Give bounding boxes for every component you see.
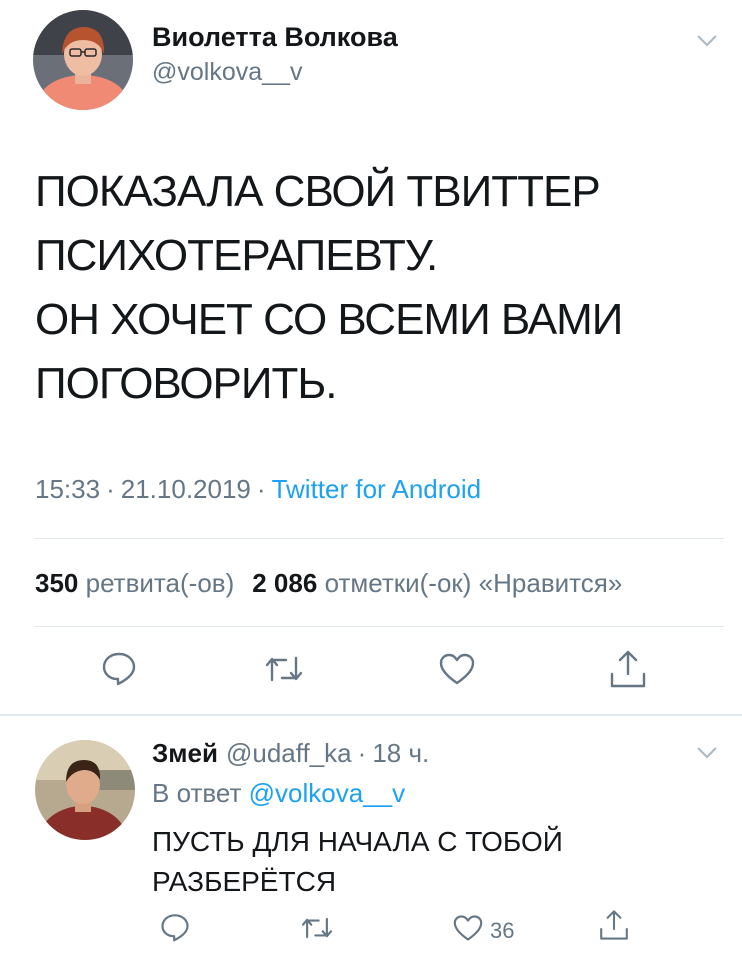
share-icon[interactable] <box>598 908 630 942</box>
divider <box>35 626 724 627</box>
meta-separator: · <box>357 738 367 768</box>
reply-icon[interactable] <box>160 912 190 942</box>
meta-separator: · <box>256 474 266 504</box>
reply-text: ПУСТЬ ДЛЯ НАЧАЛА С ТОБОЙ РАЗБЕРЁТСЯ <box>152 826 563 897</box>
main-tweet: Виолетта Волкова @volkova__v ПОКАЗАЛА СВ… <box>0 0 742 716</box>
tweet-meta: 15:33 · 21.10.2019 · Twitter for Android <box>35 474 481 505</box>
tweet-stats: 350 ретвита(-ов) 2 086 отметки(-ок) «Нрав… <box>35 568 622 599</box>
likes-count: 2 086 <box>252 568 318 598</box>
likes-label: отметки(-ок) «Нравится» <box>324 568 623 598</box>
heart-icon[interactable] <box>452 914 484 942</box>
reply-like-count: 36 <box>490 918 515 943</box>
retweets-label: ретвита(-ов) <box>85 568 235 598</box>
likes-stat[interactable]: 2 086 отметки(-ок) «Нравится» <box>252 568 622 598</box>
tweet-date: 21.10.2019 <box>120 474 251 504</box>
reply-tweet[interactable]: Змей @udaff_ka · 18 ч. В ответ @volkova__v … <box>0 718 742 970</box>
meta-separator: · <box>106 474 115 504</box>
retweets-stat[interactable]: 350 ретвита(-ов) <box>35 568 234 598</box>
divider <box>0 714 742 716</box>
chevron-down-icon[interactable] <box>696 746 718 760</box>
avatar[interactable] <box>33 10 133 110</box>
chevron-down-icon[interactable] <box>696 34 718 48</box>
reply-prefix: В ответ <box>152 778 242 808</box>
author-name[interactable]: Виолетта Волкова <box>152 22 398 53</box>
reply-header: Змей @udaff_ka · 18 ч. <box>152 738 429 769</box>
reply-to: В ответ @volkova__v <box>152 778 405 809</box>
reply-author-handle[interactable]: @udaff_ka <box>226 738 352 768</box>
retweets-count: 350 <box>35 568 79 598</box>
heart-icon[interactable] <box>438 652 476 686</box>
tweet-time: 15:33 <box>35 474 101 504</box>
share-icon[interactable] <box>608 648 648 690</box>
tweet-source-link[interactable]: Twitter for Android <box>272 474 482 504</box>
reply-mention-link[interactable]: @volkova__v <box>249 778 405 808</box>
divider <box>35 538 724 539</box>
retweet-icon[interactable] <box>264 652 304 686</box>
tweet-text: ПОКАЗАЛА СВОЙ ТВИТТЕР ПСИХОТЕРАПЕВТУ. ОН… <box>35 167 623 408</box>
author-handle[interactable]: @volkova__v <box>152 58 302 87</box>
avatar[interactable] <box>35 740 135 840</box>
reply-icon[interactable] <box>101 650 137 686</box>
reply-age: 18 ч. <box>372 738 430 768</box>
reply-author-name[interactable]: Змей <box>152 738 218 768</box>
retweet-icon[interactable] <box>300 914 334 942</box>
